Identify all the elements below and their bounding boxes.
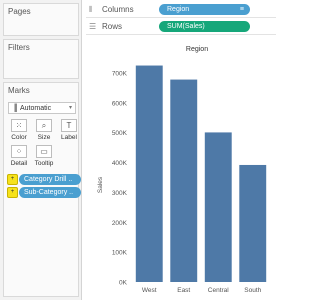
pages-card[interactable]: Pages (3, 3, 79, 36)
bar-west[interactable] (135, 65, 163, 283)
tooltip-bubble-icon: ▭ (36, 145, 52, 158)
label-text-icon: T (61, 119, 77, 132)
label-button[interactable]: T Label (59, 119, 79, 143)
size-button[interactable]: ⌕ Size (34, 119, 54, 143)
y-axis: 0K 100K 200K 300K 400K 500K 600K 700K (112, 71, 128, 287)
left-panel: Pages Filters Marks ▐ Automatic ▾ ⁙ Colo… (0, 0, 82, 300)
detail-button-label: Detail (10, 160, 28, 167)
mark-type-value: Automatic (19, 104, 52, 112)
color-button-label: Color (11, 134, 27, 141)
y-tick-label: 200K (112, 220, 128, 227)
bar-chart: Region Sales 0K 100K 200K 300K 400K 500K 600K 7… (97, 46, 267, 294)
bars (135, 65, 267, 283)
marks-card: Marks ▐ Automatic ▾ ⁙ Color ⌕ Size T Lab… (3, 82, 81, 297)
x-axis: West East Central South (142, 287, 262, 294)
shelves: ⦀ Columns Region ≡ ☰ Rows SUM(Sales) (86, 0, 276, 40)
bar-central[interactable] (204, 132, 232, 282)
x-tick-label: South (244, 287, 261, 294)
columns-shelf[interactable]: ⦀ Columns Region ≡ (86, 2, 276, 18)
tooltip-button[interactable]: ▭ Tooltip (34, 145, 54, 169)
marks-pill-category-drill[interactable]: + Category Drill .. (7, 174, 81, 186)
marks-card-title: Marks (8, 86, 30, 95)
y-axis-label: Sales (97, 176, 104, 193)
color-palette-icon: ⁙ (11, 119, 27, 132)
category-drill-pill[interactable]: Category Drill .. (19, 174, 81, 185)
y-tick-label: 0K (119, 280, 128, 287)
sort-descending-icon[interactable]: ≡ (240, 4, 244, 15)
rows-icon: ☰ (89, 22, 97, 31)
color-button[interactable]: ⁙ Color (9, 119, 29, 143)
y-axis-label-group: Sales (97, 176, 104, 193)
y-tick-label: 100K (112, 250, 128, 257)
y-tick-label: 300K (112, 190, 128, 197)
rows-shelf-label: Rows (102, 22, 123, 31)
sub-category-pill[interactable]: Sub-Category .. (19, 187, 81, 198)
label-button-label: Label (61, 134, 77, 141)
x-tick-label: East (177, 287, 190, 294)
detail-dots-icon: ⁘ (11, 145, 27, 158)
bar-chart-icon: ▐ (12, 104, 17, 112)
drill-plus-icon[interactable]: + (7, 187, 18, 198)
y-tick-label: 400K (112, 160, 128, 167)
y-tick-label: 500K (112, 130, 128, 137)
pages-card-title: Pages (8, 7, 31, 16)
region-pill-label: Region (167, 6, 190, 13)
sum-sales-pill[interactable]: SUM(Sales) (159, 21, 250, 32)
y-tick-label: 600K (112, 100, 128, 107)
columns-icon: ⦀ (89, 5, 93, 14)
chart-title: Region (186, 46, 208, 53)
chart-area: Region Sales 0K 100K 200K 300K 400K 500K 600K 7… (88, 40, 276, 300)
size-magnifier-icon: ⌕ (36, 119, 52, 132)
mark-type-dropdown[interactable]: ▐ Automatic ▾ (8, 102, 76, 114)
region-pill[interactable]: Region ≡ (159, 4, 250, 15)
filters-card[interactable]: Filters (3, 39, 79, 79)
columns-shelf-label: Columns (102, 5, 134, 14)
x-tick-label: West (142, 287, 157, 294)
detail-button[interactable]: ⁘ Detail (9, 145, 29, 169)
drill-plus-icon[interactable]: + (7, 174, 18, 185)
y-tick-label: 700K (112, 71, 128, 78)
rows-shelf[interactable]: ☰ Rows SUM(Sales) (86, 19, 276, 35)
chevron-down-icon: ▾ (68, 105, 72, 111)
filters-card-title: Filters (8, 43, 30, 52)
tooltip-button-label: Tooltip (34, 160, 54, 167)
size-button-label: Size (37, 134, 51, 141)
x-tick-label: Central (208, 287, 230, 294)
bar-south[interactable] (239, 164, 267, 282)
bar-east[interactable] (170, 79, 198, 282)
marks-pill-sub-category[interactable]: + Sub-Category .. (7, 187, 81, 199)
